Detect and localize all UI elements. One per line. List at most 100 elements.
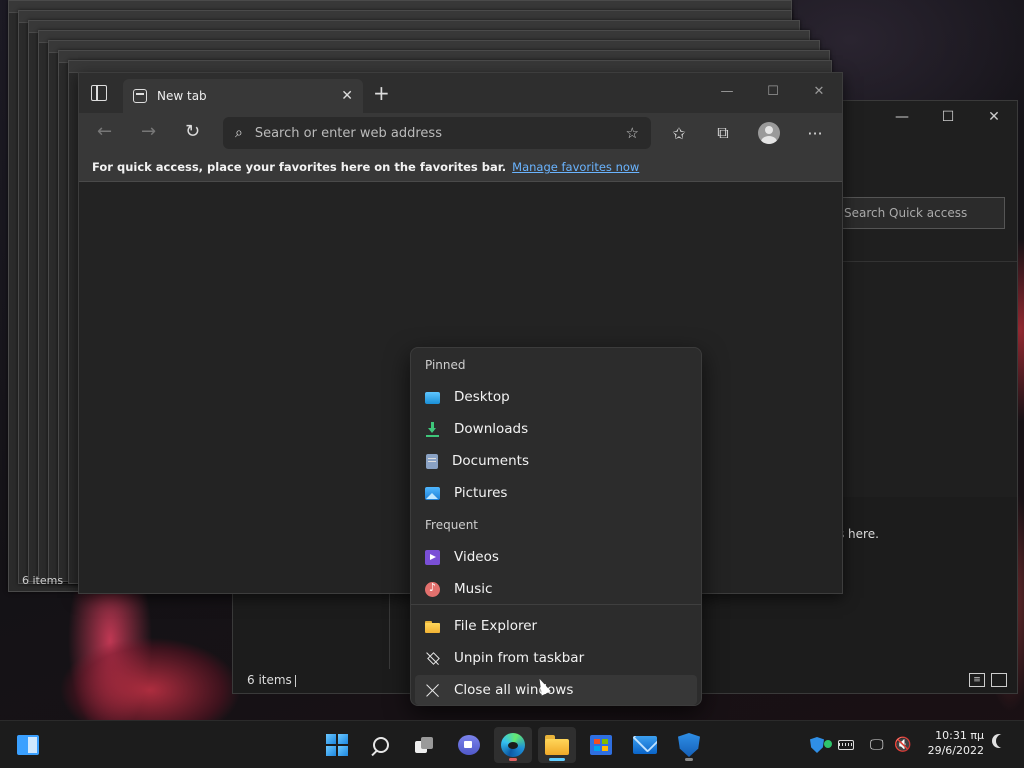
address-placeholder: Search or enter web address (254, 125, 442, 141)
running-indicator (509, 758, 517, 761)
manage-favorites-link[interactable]: Manage favorites now (512, 160, 639, 174)
more-options-icon[interactable]: ··· (803, 121, 827, 145)
running-indicator (685, 758, 693, 761)
tab-title: New tab (157, 89, 207, 103)
new-tab-page-icon (133, 89, 147, 103)
windows-security-icon (678, 733, 700, 757)
active-indicator (549, 758, 565, 761)
clock-date: 29/6/2022 (927, 744, 984, 757)
widgets-icon (17, 735, 39, 755)
defender-status-badge (824, 740, 832, 748)
jumplist-item-label: Unpin from taskbar (454, 650, 585, 666)
favorites-bar: For quick access, place your favorites h… (79, 153, 842, 182)
jumplist-item-label: Close all windows (454, 682, 574, 698)
mail-icon (633, 736, 657, 754)
refresh-icon[interactable]: ↻ (185, 121, 200, 142)
jumplist-item-label: Documents (452, 453, 529, 469)
windows-logo-icon (326, 734, 348, 756)
explorer-view-buttons: ≡ (969, 673, 1007, 687)
new-tab-button[interactable]: + (373, 83, 390, 103)
pictures-icon (425, 486, 440, 500)
pinned-section-header: Pinned (425, 358, 466, 372)
edge-close-button[interactable]: ✕ (796, 73, 842, 109)
collections-icon[interactable]: ⧉ (711, 121, 735, 145)
tray-volume[interactable]: 🔇 (894, 721, 911, 768)
file-explorer-icon (545, 735, 569, 755)
details-view-icon[interactable]: ≡ (969, 673, 985, 687)
start-button[interactable] (318, 727, 356, 763)
desktop-icon (425, 391, 440, 404)
search-icon (373, 737, 389, 753)
chat-icon (458, 735, 480, 755)
keyboard-icon (838, 740, 854, 750)
tab-actions-icon[interactable] (91, 85, 107, 101)
tiles-view-icon[interactable] (991, 673, 1007, 687)
task-view-icon (415, 737, 435, 753)
taskbar: 🖵 🔇 (0, 720, 1024, 768)
edge-window-controls: — ☐ ✕ (704, 73, 842, 109)
jumplist-item-label: Desktop (454, 389, 510, 405)
tray-network[interactable]: 🖵 (870, 721, 884, 768)
jumplist-item-videos[interactable]: Videos (415, 542, 697, 572)
explorer-status-items: 6 items (247, 673, 292, 687)
music-icon (425, 581, 440, 597)
unpin-icon (425, 651, 440, 666)
jumplist-item-desktop[interactable]: Desktop (415, 382, 697, 412)
task-view-button[interactable] (406, 727, 444, 763)
search-button[interactable] (362, 727, 400, 763)
security-taskbar-button[interactable] (670, 727, 708, 763)
explorer-maximize-button[interactable]: ☐ (925, 101, 971, 133)
store-taskbar-button[interactable] (582, 727, 620, 763)
jumplist-item-documents[interactable]: Documents (415, 446, 697, 476)
explorer-minimize-button[interactable]: — (879, 101, 925, 133)
clock-time: 10:31 πμ (935, 729, 984, 742)
jumplist-item-label: Pictures (454, 485, 508, 501)
jumplist-item-label: Downloads (454, 421, 529, 437)
jumplist-item-label: Videos (454, 549, 499, 565)
tab-close-icon[interactable]: ✕ (341, 88, 353, 104)
tab-new-tab[interactable]: New tab ✕ (123, 79, 363, 113)
jumplist-unpin-from-taskbar[interactable]: Unpin from taskbar (415, 643, 697, 673)
downloads-icon (425, 421, 440, 437)
jumplist-item-downloads[interactable]: Downloads (415, 414, 697, 444)
jumplist-item-music[interactable]: Music (415, 574, 697, 604)
defender-tray-icon (810, 737, 824, 753)
avatar-icon (758, 122, 780, 144)
explorer-status-separator (295, 675, 296, 687)
focus-assist-icon[interactable] (996, 734, 1010, 748)
videos-icon (425, 549, 440, 565)
edge-icon (501, 733, 525, 757)
back-icon[interactable]: ← (97, 121, 112, 142)
network-icon: 🖵 (870, 737, 884, 753)
address-bar[interactable]: ⌕ Search or enter web address ☆ (223, 117, 651, 149)
edge-maximize-button[interactable]: ☐ (750, 73, 796, 109)
documents-icon (426, 453, 438, 469)
forward-icon[interactable]: → (141, 121, 156, 142)
edge-toolbar: ← → ↻ ⌕ Search or enter web address ☆ ✩ … (79, 113, 842, 153)
microsoft-store-icon (590, 735, 612, 755)
file-explorer-taskbar-button[interactable] (538, 727, 576, 763)
widgets-button[interactable] (9, 727, 47, 763)
taskbar-clock[interactable]: 10:31 πμ 29/6/2022 (920, 728, 984, 758)
edge-minimize-button[interactable]: — (704, 73, 750, 109)
explorer-window-controls: — ☐ ✕ (879, 101, 1017, 133)
explorer-search-input[interactable]: Search Quick access (833, 197, 1005, 229)
jumplist-item-label: File Explorer (454, 618, 538, 634)
chat-button[interactable] (450, 727, 488, 763)
add-favorite-icon[interactable]: ☆ (626, 124, 639, 142)
frequent-section-header: Frequent (425, 518, 478, 532)
explorer-close-button[interactable]: ✕ (971, 101, 1017, 133)
tray-defender[interactable] (810, 721, 824, 768)
close-icon (425, 683, 440, 698)
file-explorer-jump-list: Pinned Desktop Downloads Documents Pictu… (410, 347, 702, 706)
tray-keyboard[interactable] (838, 721, 854, 768)
volume-muted-icon: 🔇 (894, 737, 912, 753)
edge-taskbar-button[interactable] (494, 727, 532, 763)
mail-taskbar-button[interactable] (626, 727, 664, 763)
jumplist-item-label: Music (454, 581, 493, 597)
favorites-icon[interactable]: ✩ (667, 121, 691, 145)
jumplist-item-pictures[interactable]: Pictures (415, 478, 697, 508)
jumplist-close-all-windows[interactable]: Close all windows (415, 675, 697, 705)
profile-button[interactable] (757, 121, 781, 145)
jumplist-open-file-explorer[interactable]: File Explorer (415, 611, 697, 641)
